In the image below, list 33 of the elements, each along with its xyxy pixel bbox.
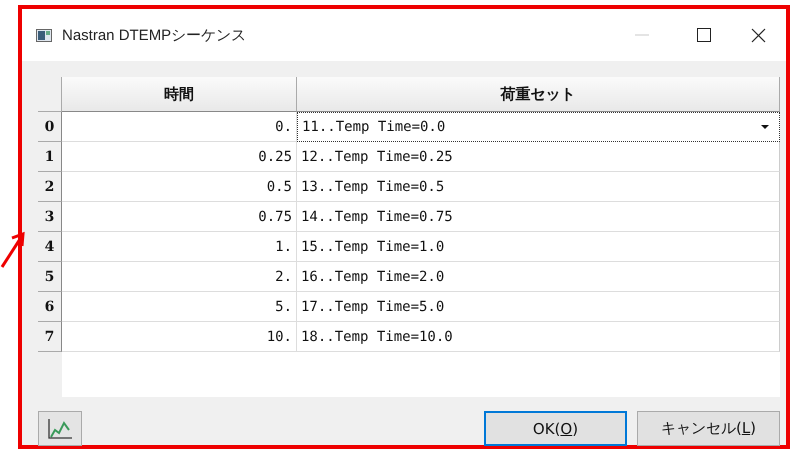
table-cell: 17..Temp Time=5.0 — [297, 292, 780, 322]
cancel-button[interactable]: キャンセル(L) — [637, 411, 780, 446]
table-cell: 0.25 — [62, 142, 297, 172]
table-cell: 15..Temp Time=1.0 — [297, 232, 780, 262]
row-header: 6 — [38, 292, 62, 322]
dropdown-arrow-icon[interactable] — [761, 125, 769, 129]
table-cell: 0. — [62, 112, 297, 142]
table-cell: 14..Temp Time=0.75 — [297, 202, 780, 232]
row-header: 3 — [38, 202, 62, 232]
dropdown-cell[interactable]: 11..Temp Time=0.0 — [297, 112, 780, 142]
row-header: 4 — [38, 232, 62, 262]
chart-button[interactable] — [38, 411, 82, 446]
row-header: 2 — [38, 172, 62, 202]
window-title: Nastran DTEMPシーケンス — [62, 26, 246, 44]
column-header: 時間 — [62, 77, 297, 112]
row-header: 1 — [38, 142, 62, 172]
table-cell: 2. — [62, 262, 297, 292]
row-header: 0 — [38, 112, 62, 142]
table-cell: 12..Temp Time=0.25 — [297, 142, 780, 172]
table-cell: 13..Temp Time=0.5 — [297, 172, 780, 202]
table-cell: 5. — [62, 292, 297, 322]
line-chart-icon — [47, 418, 73, 440]
close-icon[interactable] — [751, 28, 766, 42]
row-header: 5 — [38, 262, 62, 292]
ok-button[interactable]: OK(O) — [484, 411, 627, 446]
table-cell: 1. — [62, 232, 297, 262]
table-cell: 0.75 — [62, 202, 297, 232]
window-icon — [36, 28, 52, 42]
table-cell: 16..Temp Time=2.0 — [297, 262, 780, 292]
table-cell: 0.5 — [62, 172, 297, 202]
column-header: 荷重セット — [297, 77, 780, 112]
maximize-icon[interactable] — [697, 28, 711, 42]
row-header: 7 — [38, 322, 62, 352]
